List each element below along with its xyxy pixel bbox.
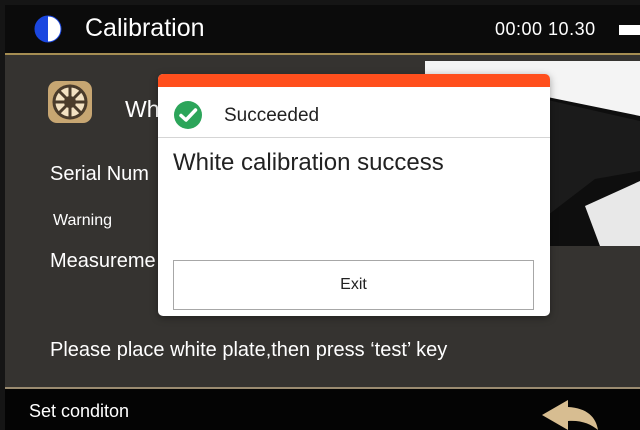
title-bar: Calibration 00:00 10.30: [5, 5, 640, 55]
exit-button[interactable]: Exit: [173, 260, 534, 310]
battery-icon: [619, 25, 640, 35]
instruction-text: Please place white plate,then press ‘tes…: [50, 339, 448, 361]
success-check-icon: [174, 101, 202, 129]
dialog-status: Succeeded: [224, 105, 320, 126]
back-arrow-icon[interactable]: [538, 397, 602, 430]
contrast-icon: [34, 15, 62, 43]
dialog-header-bar: [158, 74, 550, 87]
clock: 00:00 10.30: [495, 19, 596, 39]
warning-label: Warning: [53, 212, 112, 229]
calibration-result-dialog: Succeeded White calibration success Exit: [158, 74, 550, 316]
wheel-icon: [48, 81, 92, 123]
footer-bar: Set conditon: [5, 387, 640, 430]
page-title: Calibration: [85, 14, 205, 42]
dialog-message: White calibration success: [173, 149, 444, 176]
measurement-label: Measureme: [50, 250, 156, 272]
serial-number-label: Serial Num: [50, 163, 149, 185]
dialog-divider: [158, 137, 550, 138]
calibration-heading: Wh: [125, 96, 160, 122]
set-condition-button[interactable]: Set conditon: [29, 401, 129, 422]
